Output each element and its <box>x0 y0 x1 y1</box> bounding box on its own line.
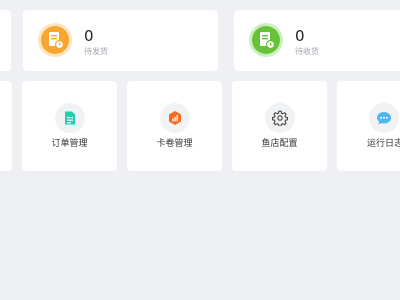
pending-ship-label: 待发货 <box>84 47 108 56</box>
tile-coupon-management-label: 卡卷管理 <box>156 139 193 149</box>
pending-ship-count: 0 <box>84 27 94 45</box>
chat-log-icon <box>369 103 399 133</box>
dashboard: 0 待发货 0 待收货 订单管理 卡卷管理 鱼店配置 运行日志 <box>0 0 400 300</box>
tile-coupon-management[interactable]: 卡卷管理 <box>127 81 222 171</box>
gear-icon <box>264 103 295 133</box>
tile-order-management-label: 订单管理 <box>51 139 88 149</box>
tile-run-logs[interactable]: 运行日志 <box>337 81 400 171</box>
tile-store-settings-label: 鱼店配置 <box>261 139 298 149</box>
tile-order-management[interactable]: 订单管理 <box>22 81 117 171</box>
order-icon <box>54 103 85 133</box>
pending-ship-icon <box>38 23 72 57</box>
stat-card-partial <box>0 10 11 71</box>
pending-receive-label: 待收货 <box>295 47 319 56</box>
tile-store-settings[interactable]: 鱼店配置 <box>232 81 327 171</box>
tile-run-logs-label: 运行日志 <box>367 139 400 149</box>
stat-card-pending-receive[interactable]: 0 待收货 <box>234 10 400 71</box>
coupon-icon <box>159 103 190 133</box>
pending-receive-icon <box>249 23 283 57</box>
tile-partial <box>0 81 12 171</box>
stat-card-pending-ship[interactable]: 0 待发货 <box>23 10 218 71</box>
pending-receive-count: 0 <box>295 27 305 45</box>
